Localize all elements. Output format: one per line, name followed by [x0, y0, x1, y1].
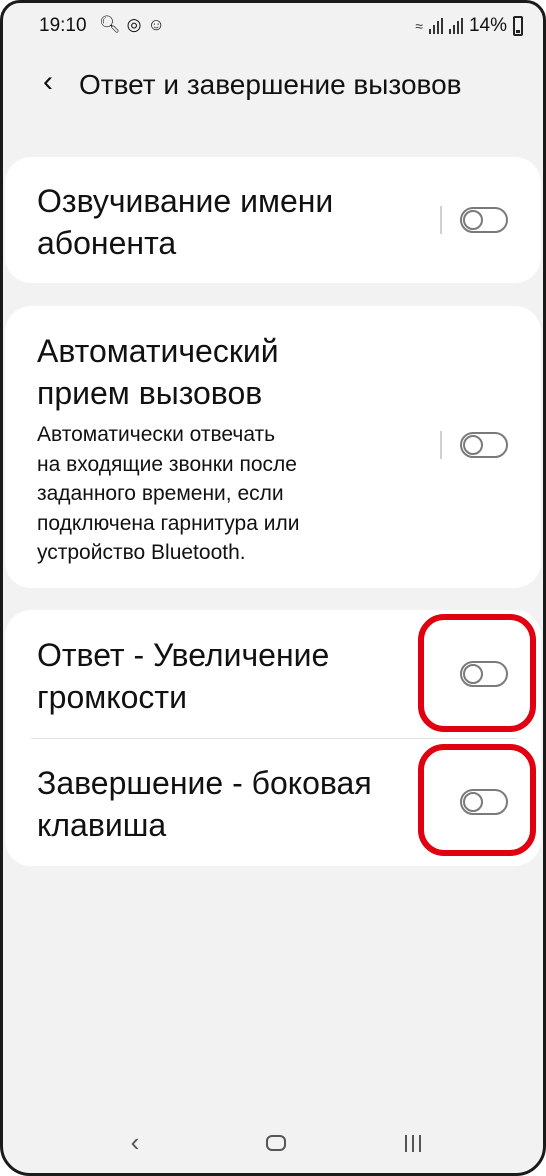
setting-title-line: абонента: [37, 225, 177, 261]
highlight-ring-end-side-key: [418, 744, 536, 856]
status-notification-icons: 🔍︎◎☺: [99, 15, 171, 35]
page-title: Ответ и завершение вызовов: [79, 69, 462, 100]
toggle-knob: [463, 210, 483, 230]
home-icon[interactable]: [266, 1135, 286, 1151]
description-line: устройство Bluetooth.: [37, 541, 246, 564]
setting-title-line: прием вызовов: [37, 375, 263, 411]
setting-title: Автоматический прием вызовов: [37, 330, 279, 414]
setting-title-line: Озвучивание имени: [37, 183, 334, 219]
navigation-bar: ‹: [3, 1113, 543, 1173]
signal-icon-2: [448, 18, 463, 34]
search-icon: 🔍︎: [99, 15, 127, 34]
settings-card-caller-name: Озвучивание имени абонента: [5, 157, 541, 283]
setting-row-auto-answer[interactable]: Автоматический прием вызовов Автоматичес…: [5, 306, 541, 588]
setting-title: Завершение - боковая клавиша: [37, 762, 372, 846]
phone-frame: 19:10 🔍︎◎☺ ≈ 14% ‹ Ответ и завершение вы…: [0, 0, 546, 1176]
setting-title: Ответ - Увеличение громкости: [37, 634, 329, 718]
battery-icon: [513, 16, 523, 36]
description-line: на входящие звонки после: [37, 452, 297, 476]
status-right: ≈ 14%: [415, 15, 523, 37]
auto-answer-toggle[interactable]: [460, 432, 508, 458]
recent-apps-icon[interactable]: [405, 1135, 421, 1152]
setting-description: Автоматически отвечать на входящие звонк…: [37, 420, 299, 568]
divider: [440, 431, 442, 459]
setting-title-line: Завершение - боковая: [37, 765, 372, 801]
setting-title: Озвучивание имени абонента: [37, 180, 333, 264]
setting-title-line: клавиша: [37, 807, 167, 843]
description-line: подключена гарнитура или: [37, 511, 300, 535]
notification-icon: ☺: [147, 15, 171, 34]
setting-title-line: громкости: [37, 679, 187, 715]
status-time: 19:10: [39, 15, 87, 36]
setting-title-line: Автоматический: [37, 333, 279, 369]
divider: [440, 206, 442, 234]
status-bar: 19:10 🔍︎◎☺ ≈ 14%: [3, 3, 543, 47]
toggle-knob: [463, 435, 483, 455]
back-button[interactable]: ‹: [33, 65, 63, 99]
settings-card-auto-answer: Автоматический прием вызовов Автоматичес…: [5, 306, 541, 588]
description-line: заданного времени, если: [37, 482, 284, 505]
battery-percent: 14%: [468, 15, 507, 36]
setting-title-line: Ответ - Увеличение: [37, 637, 330, 673]
sync-icon: ◎: [126, 15, 148, 34]
app-header: ‹ Ответ и завершение вызовов: [3, 59, 543, 109]
description-line: Автоматически отвечать: [37, 423, 276, 446]
highlight-ring-answer-volume-up: [418, 614, 536, 732]
setting-row-caller-name[interactable]: Озвучивание имени абонента: [5, 157, 541, 283]
signal-icon: [428, 18, 443, 34]
caller-name-toggle[interactable]: [460, 207, 508, 233]
wifi-icon: ≈: [415, 18, 423, 34]
back-icon[interactable]: ‹: [115, 1127, 155, 1158]
chevron-left-icon: ‹: [43, 65, 53, 98]
